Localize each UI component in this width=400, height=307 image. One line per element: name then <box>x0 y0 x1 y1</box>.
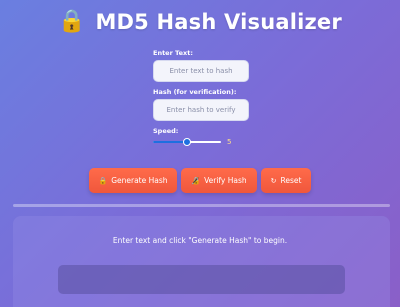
hash-output-box <box>58 265 345 294</box>
generate-hash-label: Generate Hash <box>111 176 168 185</box>
input-form: Enter Text: Hash (for verification): Spe… <box>153 48 253 148</box>
speed-control: 5 <box>153 136 253 148</box>
lock-icon: 🔒 <box>58 9 86 34</box>
action-buttons: 🔒 Generate Hash 🔏 Verify Hash ↻ Reset <box>0 168 400 193</box>
speed-value: 5 <box>227 138 232 146</box>
verify-hash-button[interactable]: 🔏 Verify Hash <box>181 168 257 193</box>
reset-label: Reset <box>280 176 302 185</box>
text-input[interactable] <box>153 60 249 82</box>
section-divider <box>13 204 390 207</box>
page-title: MD5 Hash Visualizer <box>95 10 342 34</box>
text-label: Enter Text: <box>153 49 193 57</box>
hash-input[interactable] <box>153 99 249 121</box>
verify-hash-label: Verify Hash <box>204 176 247 185</box>
speed-slider[interactable] <box>153 136 221 148</box>
status-message: Enter text and click "Generate Hash" to … <box>112 236 288 245</box>
generate-hash-button[interactable]: 🔒 Generate Hash <box>89 168 177 193</box>
speed-label: Speed: <box>153 127 179 135</box>
hash-label: Hash (for verification): <box>153 88 237 96</box>
page-header: 🔒 MD5 Hash Visualizer <box>0 8 400 36</box>
slider-thumb[interactable] <box>183 138 191 146</box>
reset-button[interactable]: ↻ Reset <box>261 168 311 193</box>
check-lock-icon: 🔏 <box>191 176 201 185</box>
lock-icon: 🔒 <box>98 176 108 185</box>
refresh-icon: ↻ <box>270 176 277 185</box>
slider-fill <box>153 141 187 143</box>
